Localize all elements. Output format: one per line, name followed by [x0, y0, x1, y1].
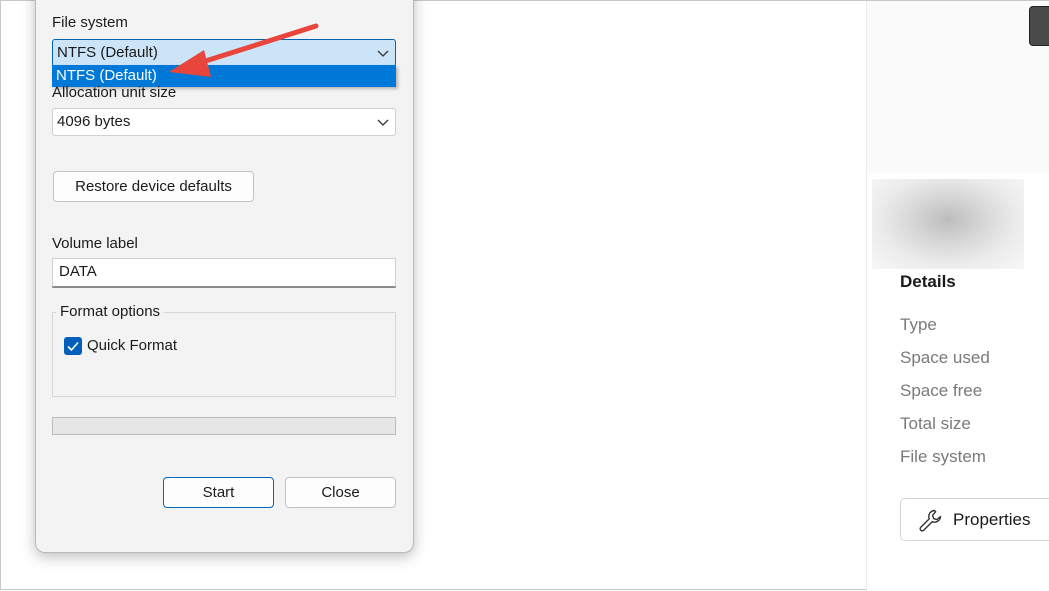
start-button[interactable]: Start — [163, 477, 274, 508]
allocation-unit-dropdown[interactable]: 4096 bytes — [52, 108, 396, 136]
chevron-down-icon — [377, 50, 389, 57]
drive-icon — [1029, 6, 1049, 46]
file-system-dropdown[interactable]: NTFS (Default) — [52, 39, 396, 67]
allocation-unit-label: Allocation unit size — [52, 84, 177, 101]
blurred-thumbnail — [872, 179, 1024, 269]
file-system-label: File system — [52, 14, 128, 31]
volume-label-label: Volume label — [52, 235, 138, 252]
details-title: Details — [900, 272, 956, 291]
wrench-icon — [919, 509, 942, 532]
format-options-title: Format options — [56, 303, 165, 320]
detail-space-used-label: Space used — [900, 348, 990, 367]
detail-space-free-label: Space free — [900, 381, 983, 400]
quick-format-label: Quick Format — [87, 337, 178, 354]
restore-defaults-button[interactable]: Restore device defaults — [53, 171, 254, 202]
chevron-down-icon — [377, 119, 389, 126]
checkmark-icon — [67, 341, 79, 352]
volume-label-input[interactable]: DATA — [52, 258, 396, 288]
format-progress-bar — [52, 417, 396, 435]
allocation-unit-value: 4096 bytes — [57, 113, 131, 130]
quick-format-checkbox[interactable] — [64, 337, 82, 355]
close-button[interactable]: Close — [285, 477, 396, 508]
file-system-value: NTFS (Default) — [57, 44, 158, 61]
format-options-group — [52, 312, 396, 397]
detail-total-size-label: Total size — [900, 414, 971, 433]
detail-file-system-label: File system — [900, 447, 986, 466]
drive-preview-area — [867, 1, 1049, 173]
detail-type-label: Type — [900, 315, 937, 334]
